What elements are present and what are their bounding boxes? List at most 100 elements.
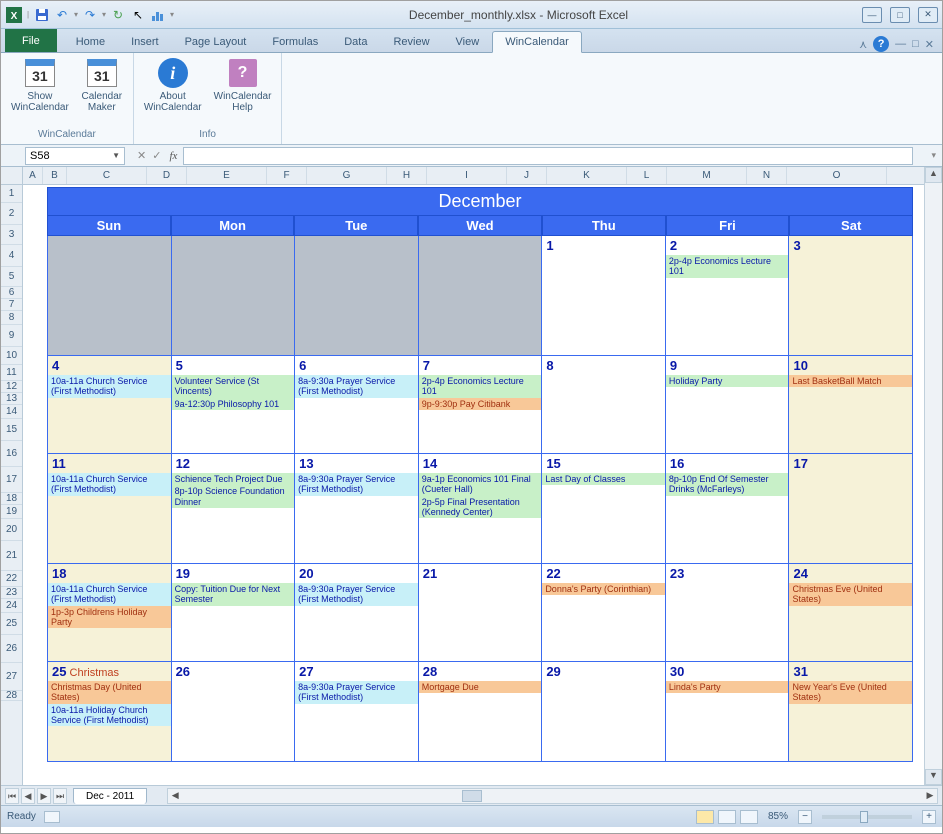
excel-icon[interactable]: X [5,6,23,24]
zoom-in-button[interactable]: + [922,810,936,824]
calendar-day-cell[interactable]: 1 [542,236,666,356]
page-break-view-button[interactable] [740,810,758,824]
tab-formulas[interactable]: Formulas [259,31,331,52]
calendar-day-cell[interactable]: 68a-9:30a Prayer Service (First Methodis… [295,356,419,454]
column-header[interactable]: K [547,167,627,184]
zoom-slider[interactable] [822,815,912,819]
row-header[interactable]: 10 [1,347,22,365]
row-header[interactable]: 11 [1,365,22,381]
column-header[interactable]: C [67,167,147,184]
row-header[interactable]: 15 [1,419,22,441]
calendar-event[interactable]: Christmas Day (United States) [48,681,171,704]
calendar-event[interactable]: 8p-10p Science Foundation Dinner [172,485,295,508]
column-header[interactable]: I [427,167,507,184]
row-header[interactable]: 17 [1,467,22,493]
calendar-event[interactable]: Donna's Party (Corinthian) [542,583,665,595]
calendar-day-cell[interactable]: 17 [789,454,913,564]
calendar-event[interactable]: Copy: Tuition Due for Next Semester [172,583,295,606]
row-header[interactable]: 26 [1,635,22,663]
calendar-day-cell[interactable]: 15Last Day of Classes [542,454,666,564]
calendar-day-cell[interactable]: 12Schience Tech Project Due8p-10p Scienc… [172,454,296,564]
calendar-day-cell[interactable]: 26 [172,662,296,762]
calendar-day-cell[interactable] [295,236,419,356]
row-header[interactable]: 8 [1,311,22,325]
calendar-day-cell[interactable]: 31New Year's Eve (United States) [789,662,913,762]
calendar-day-cell[interactable]: 23 [666,564,790,662]
calendar-day-cell[interactable]: 72p-4p Economics Lecture 1019p-9:30p Pay… [419,356,543,454]
calendar-event[interactable]: 8a-9:30a Prayer Service (First Methodist… [295,583,418,606]
about-wincalendar-button[interactable]: i About WinCalendar [140,55,206,127]
scroll-left-arrow[interactable]: ◀ [168,790,182,801]
row-header[interactable]: 14 [1,405,22,419]
calendar-maker-button[interactable]: 31 Calendar Maker [77,55,127,127]
tab-data[interactable]: Data [331,31,380,52]
name-box[interactable]: S58 ▼ [25,147,125,165]
calendar-event[interactable]: 8p-10p End Of Semester Drinks (McFarleys… [666,473,789,496]
column-header[interactable]: D [147,167,187,184]
save-icon[interactable] [33,6,51,24]
doc-close-icon[interactable]: ✕ [925,38,934,51]
tab-wincalendar[interactable]: WinCalendar [492,31,582,53]
row-header[interactable]: 7 [1,299,22,311]
column-header[interactable]: B [43,167,67,184]
close-button[interactable]: ✕ [918,7,938,23]
calendar-day-cell[interactable]: 168p-10p End Of Semester Drinks (McFarle… [666,454,790,564]
calendar-event[interactable]: 2p-5p Final Presentation (Kennedy Center… [419,496,542,519]
chart-icon[interactable] [149,6,167,24]
calendar-day-cell[interactable]: 1810a-11a Church Service (First Methodis… [47,564,172,662]
row-header[interactable]: 23 [1,587,22,599]
fx-icon[interactable]: fx [169,150,183,162]
calendar-day-cell[interactable]: 9Holiday Party [666,356,790,454]
row-header[interactable]: 4 [1,245,22,267]
calendar-event[interactable]: Mortgage Due [419,681,542,693]
row-header[interactable]: 2 [1,203,22,225]
calendar-day-cell[interactable]: 24Christmas Eve (United States) [789,564,913,662]
row-header[interactable]: 9 [1,325,22,347]
calendar-event[interactable]: 1p-3p Childrens Holiday Party [48,606,171,629]
calendar-day-cell[interactable]: 278a-9:30a Prayer Service (First Methodi… [295,662,419,762]
calendar-event[interactable]: Linda's Party [666,681,789,693]
cursor-icon[interactable]: ↖ [129,6,147,24]
qat-dropdown[interactable]: ▾ [73,10,79,19]
help-icon[interactable]: ? [873,36,889,52]
normal-view-button[interactable] [696,810,714,824]
select-all-corner[interactable] [1,167,22,185]
column-header[interactable]: N [747,167,787,184]
column-header[interactable]: L [627,167,667,184]
column-header[interactable]: H [387,167,427,184]
calendar-event[interactable]: 10a-11a Church Service (First Methodist) [48,583,171,606]
calendar-event[interactable]: 9a-12:30p Philosophy 101 [172,398,295,410]
calendar-event[interactable]: 10a-11a Church Service (First Methodist) [48,473,171,496]
calendar-event[interactable]: 8a-9:30a Prayer Service (First Methodist… [295,473,418,496]
calendar-event[interactable]: 2p-4p Economics Lecture 101 [666,255,789,278]
scroll-down-arrow[interactable]: ▼ [925,769,942,785]
calendar-day-cell[interactable]: 22p-4p Economics Lecture 101 [666,236,790,356]
vertical-scrollbar[interactable]: ▲ ▼ [924,167,942,785]
page-layout-view-button[interactable] [718,810,736,824]
calendar-event[interactable]: Schience Tech Project Due [172,473,295,485]
row-header[interactable]: 1 [1,185,22,203]
calendar-day-cell[interactable]: 29 [542,662,666,762]
calendar-day-cell[interactable]: 10Last BasketBall Match [789,356,913,454]
sheet-tab-active[interactable]: Dec - 2011 [73,788,147,804]
tab-view[interactable]: View [443,31,493,52]
row-header[interactable]: 22 [1,571,22,587]
zoom-slider-thumb[interactable] [860,811,868,823]
calendar-event[interactable]: Volunteer Service (St Vincents) [172,375,295,398]
doc-minimize-icon[interactable]: — [895,38,906,50]
calendar-day-cell[interactable]: 8 [542,356,666,454]
scroll-track[interactable] [925,183,942,769]
calendar-day-cell[interactable]: 138a-9:30a Prayer Service (First Methodi… [295,454,419,564]
last-sheet-icon[interactable]: ⏭ [53,788,67,804]
qat-dropdown[interactable]: ▾ [101,10,107,19]
show-wincalendar-button[interactable]: 31 Show WinCalendar [7,55,73,127]
scroll-thumb[interactable] [462,790,482,802]
calendar-day-cell[interactable] [419,236,543,356]
horizontal-scrollbar[interactable]: ◀ ▶ [167,788,938,804]
prev-sheet-icon[interactable]: ◀ [21,788,35,804]
calendar-day-cell[interactable]: 28Mortgage Due [419,662,543,762]
maximize-button[interactable]: □ [890,7,910,23]
column-header[interactable]: A [23,167,43,184]
next-sheet-icon[interactable]: ▶ [37,788,51,804]
tab-home[interactable]: Home [63,31,118,52]
